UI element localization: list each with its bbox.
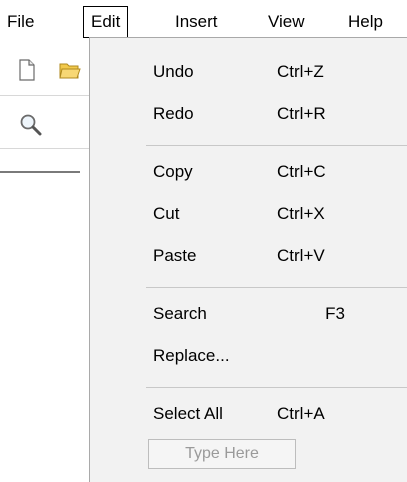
- menu-item-label: Redo: [153, 104, 194, 123]
- menu-item-shortcut: Ctrl+Z: [277, 62, 324, 81]
- menu-item-paste[interactable]: Paste Ctrl+V: [90, 236, 407, 278]
- menu-item-label: Copy: [153, 162, 193, 181]
- menu-item-shortcut: Ctrl+R: [277, 104, 326, 123]
- menu-separator: [146, 145, 407, 146]
- menu-bar: File Edit Insert View Help: [0, 0, 407, 40]
- menu-item-label: Select All: [153, 404, 223, 423]
- open-folder-icon[interactable]: [58, 58, 82, 82]
- menu-item-copy[interactable]: Copy Ctrl+C: [90, 152, 407, 194]
- menu-insert[interactable]: Insert: [175, 8, 218, 36]
- menu-item-redo[interactable]: Redo Ctrl+R: [90, 94, 407, 136]
- menu-item-label: Replace...: [153, 346, 230, 365]
- new-document-icon[interactable]: [16, 58, 38, 82]
- menu-item-label: Undo: [153, 62, 194, 81]
- menu-item-search[interactable]: Search F3: [90, 294, 407, 336]
- menu-edit[interactable]: Edit: [83, 6, 129, 38]
- menu-item-undo[interactable]: Undo Ctrl+Z: [90, 52, 407, 94]
- menu-item-shortcut: Ctrl+X: [277, 204, 325, 223]
- menu-item-label: Paste: [153, 246, 197, 265]
- menu-help[interactable]: Help: [348, 8, 383, 36]
- menu-item-label: Cut: [153, 204, 180, 223]
- toolbar-row-2: [0, 104, 90, 144]
- toolbar-divider: [0, 148, 90, 149]
- menu-item-shortcut: F3: [325, 304, 345, 323]
- menu-item-replace[interactable]: Replace...: [90, 336, 407, 378]
- toolbar-divider: [0, 95, 90, 96]
- menu-separator: [146, 387, 407, 388]
- menu-separator: [146, 287, 407, 288]
- menu-item-label: Search: [153, 304, 207, 323]
- panel-border: [0, 171, 80, 173]
- menu-item-shortcut: Ctrl+C: [277, 162, 326, 181]
- menu-item-shortcut: Ctrl+V: [277, 246, 325, 265]
- search-icon[interactable]: [18, 112, 44, 138]
- toolbar-row-1: [0, 50, 90, 90]
- menu-item-select-all[interactable]: Select All Ctrl+A: [90, 394, 407, 436]
- menu-item-shortcut: Ctrl+A: [277, 404, 325, 423]
- app-window: File Edit Insert View Help Undo Ctrl+Z R…: [0, 0, 407, 482]
- type-here-input[interactable]: Type Here: [148, 439, 296, 469]
- menu-view[interactable]: View: [268, 8, 305, 36]
- edit-menu-dropdown: Undo Ctrl+Z Redo Ctrl+R Copy Ctrl+C Cut …: [89, 37, 407, 482]
- menu-item-cut[interactable]: Cut Ctrl+X: [90, 194, 407, 236]
- menu-file[interactable]: File: [7, 8, 34, 36]
